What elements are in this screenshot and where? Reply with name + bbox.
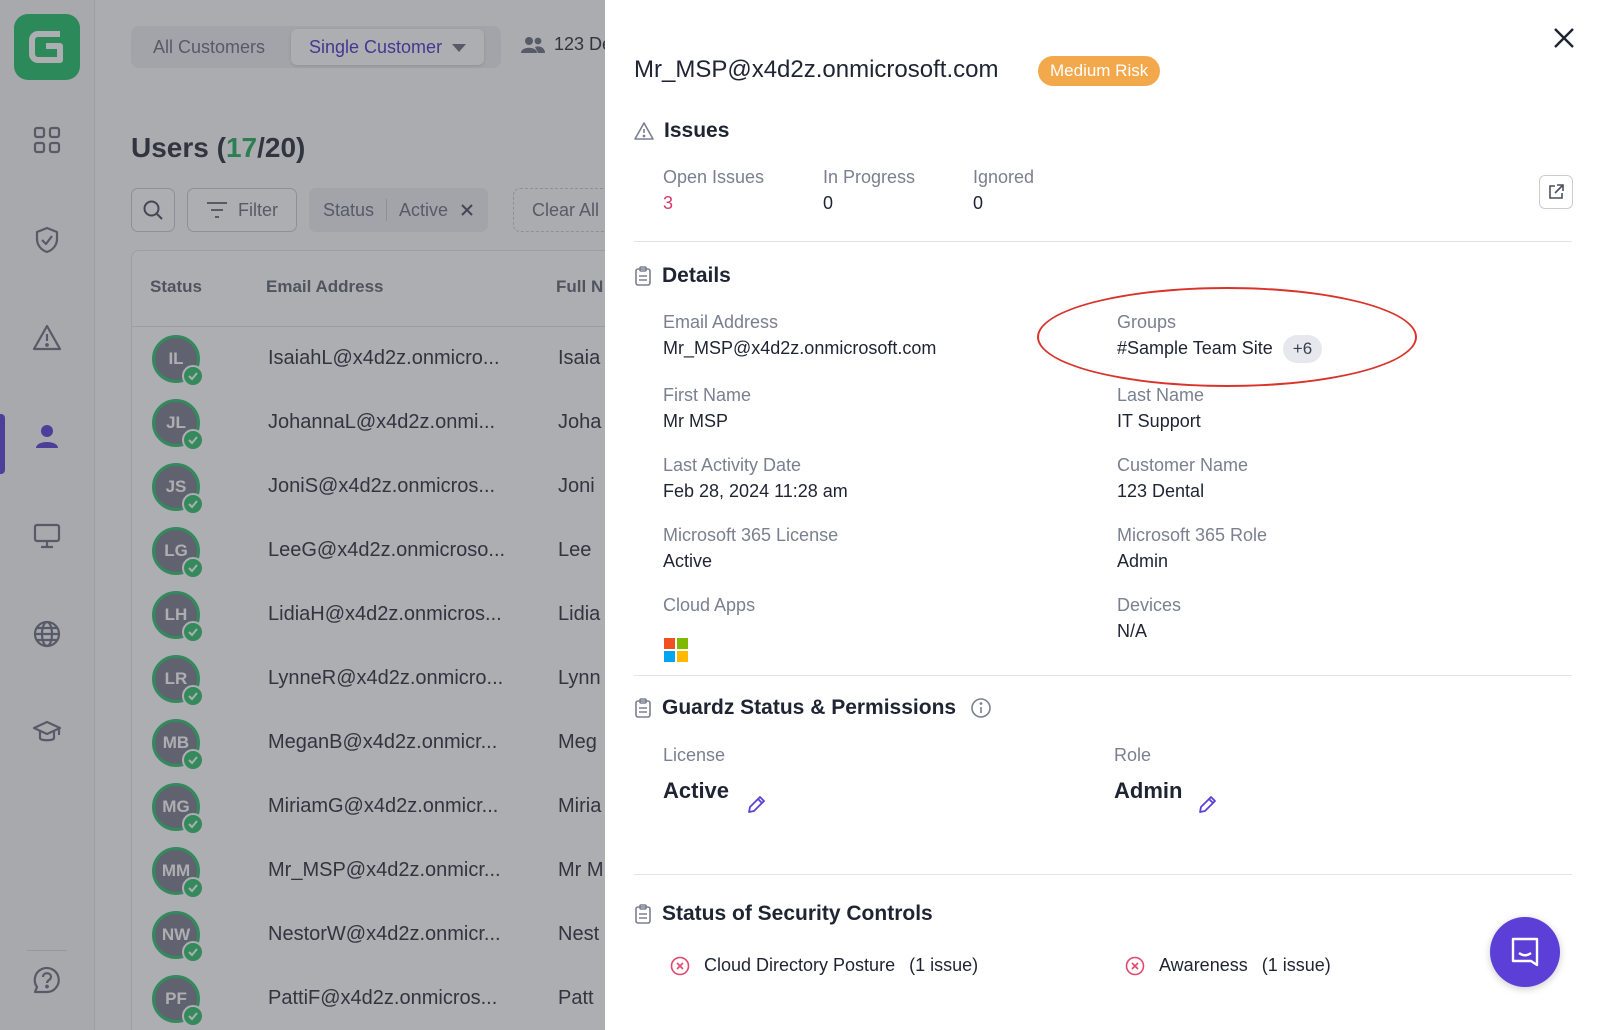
modal-backdrop[interactable] xyxy=(0,0,605,1030)
guardz-license-value: Active xyxy=(663,778,730,803)
customer-name-value: 123 Dental xyxy=(1117,481,1205,501)
edit-license-icon[interactable] xyxy=(745,794,767,816)
risk-badge: Medium Risk xyxy=(1038,56,1161,86)
ms-logo-red xyxy=(664,638,675,649)
ignored-label: Ignored xyxy=(973,167,1035,187)
section-divider xyxy=(634,874,1572,875)
first-name-value: Mr MSP xyxy=(663,411,728,431)
open-issues-external-button[interactable] xyxy=(1539,175,1573,209)
m365-license-label: Microsoft 365 License xyxy=(663,525,839,545)
control-awareness[interactable]: Awareness (1 issue) xyxy=(1125,955,1331,976)
control-name: Awareness xyxy=(1159,955,1248,975)
control-issue-count: (1 issue) xyxy=(909,955,979,975)
ms-logo-yellow xyxy=(677,651,688,662)
chat-support-button[interactable] xyxy=(1490,917,1560,987)
close-icon xyxy=(1554,28,1574,48)
control-issue-count: (1 issue) xyxy=(1261,955,1331,975)
in-progress-value: 0 xyxy=(823,193,834,213)
clipboard-icon xyxy=(635,266,651,286)
guardz-heading-text: Guardz Status & Permissions xyxy=(662,696,957,719)
m365-role-label: Microsoft 365 Role xyxy=(1117,525,1268,545)
issues-heading-text: Issues xyxy=(664,119,730,142)
control-name: Cloud Directory Posture xyxy=(704,955,896,975)
guardz-heading: Guardz Status & Permissions xyxy=(634,696,992,720)
security-controls-heading: Status of Security Controls xyxy=(634,902,933,926)
details-heading-text: Details xyxy=(662,264,731,287)
last-name-value: IT Support xyxy=(1117,411,1201,431)
open-issues-label: Open Issues xyxy=(663,167,765,187)
user-details-panel: Mr_MSP@x4d2z.onmicrosoft.com Medium Risk… xyxy=(605,0,1600,1030)
details-heading: Details xyxy=(634,264,731,288)
ms-logo-green xyxy=(677,638,688,649)
ignored-value: 0 xyxy=(973,193,984,213)
email-value: Mr_MSP@x4d2z.onmicrosoft.com xyxy=(663,338,937,358)
info-icon[interactable] xyxy=(970,697,992,719)
external-link-icon xyxy=(1549,184,1564,199)
in-progress-label: In Progress xyxy=(823,167,916,187)
issues-heading: Issues xyxy=(634,119,729,143)
security-controls-heading-text: Status of Security Controls xyxy=(662,902,933,925)
microsoft-logo-icon[interactable] xyxy=(664,638,688,662)
error-icon xyxy=(1125,956,1145,975)
last-name-label: Last Name xyxy=(1117,385,1205,405)
email-label: Email Address xyxy=(663,312,779,332)
devices-label: Devices xyxy=(1117,595,1182,615)
close-button[interactable] xyxy=(1548,22,1580,54)
highlight-annotation xyxy=(1037,287,1417,387)
section-divider xyxy=(634,241,1572,242)
warning-icon xyxy=(634,122,654,140)
panel-title: Mr_MSP@x4d2z.onmicrosoft.com xyxy=(634,56,999,83)
devices-value: N/A xyxy=(1117,621,1148,641)
last-activity-value: Feb 28, 2024 11:28 am xyxy=(663,481,848,501)
guardz-role-value: Admin xyxy=(1114,778,1183,803)
last-activity-label: Last Activity Date xyxy=(663,455,802,475)
ms-logo-blue xyxy=(664,651,675,662)
customer-name-label: Customer Name xyxy=(1117,455,1249,475)
control-cloud-directory[interactable]: Cloud Directory Posture (1 issue) xyxy=(670,955,978,976)
open-issues-value[interactable]: 3 xyxy=(663,193,673,214)
first-name-label: First Name xyxy=(663,385,752,405)
guardz-role-label: Role xyxy=(1114,745,1152,765)
m365-role-value: Admin xyxy=(1117,551,1169,571)
clipboard-icon xyxy=(635,904,651,924)
clipboard-icon xyxy=(635,698,651,718)
chat-icon xyxy=(1511,937,1539,967)
error-icon xyxy=(670,956,690,975)
cloud-apps-label: Cloud Apps xyxy=(663,595,756,615)
section-divider xyxy=(634,675,1572,676)
edit-role-icon[interactable] xyxy=(1196,794,1218,816)
guardz-license-label: License xyxy=(663,745,726,765)
m365-license-value: Active xyxy=(663,551,713,571)
